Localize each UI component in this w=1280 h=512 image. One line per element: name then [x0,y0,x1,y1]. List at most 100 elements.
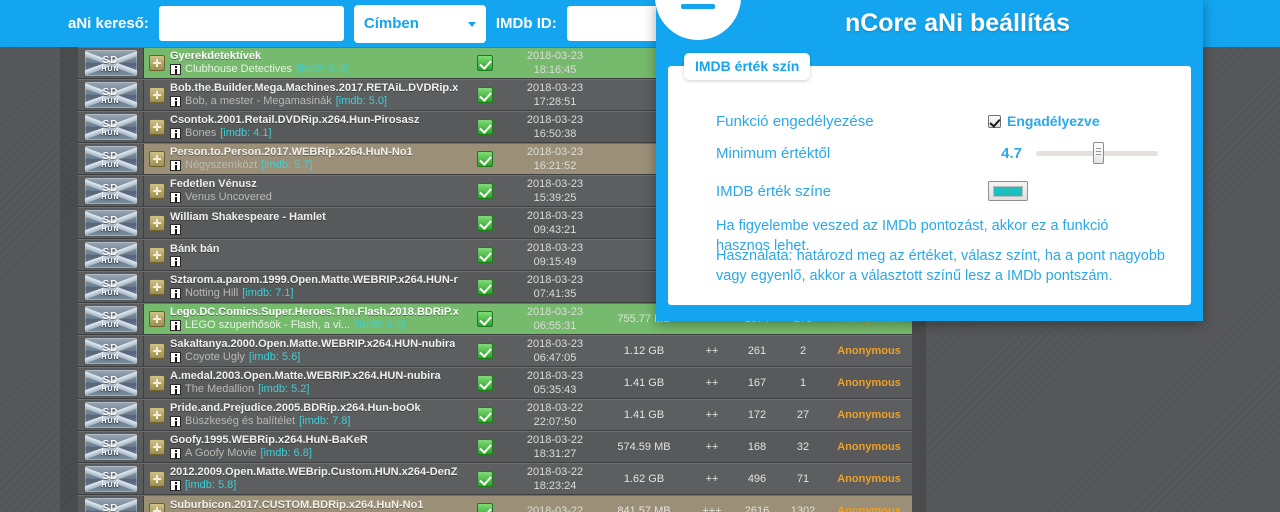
row-title-cell[interactable]: Lego.DC.Comics.Super.Heroes.The.Flash.20… [144,304,458,334]
info-icon[interactable] [170,256,181,267]
info-icon[interactable] [170,416,181,427]
row-title-cell[interactable]: William Shakespeare - Hamlet [144,208,458,238]
expand-plus-icon[interactable] [149,343,165,359]
row-title-cell[interactable]: Goofy.1995.WEBRip.x264.HuN-BaKeR A Goofy … [144,432,458,462]
expand-plus-icon[interactable] [149,87,165,103]
row-release-name[interactable]: Csontok.2001.Retail.DVDRip.x264.Hun-Piro… [170,114,419,127]
row-seeders: 496 [747,473,767,485]
row-verified-cell [458,240,512,270]
expand-plus-icon[interactable] [149,119,165,135]
row-title-cell[interactable]: Pride.and.Prejudice.2005.BDRip.x264.Hun-… [144,400,458,430]
table-row[interactable]: SD HUN 2012.2009.Open.Matte.WEBrip.Custom.… [78,463,912,495]
row-release-name[interactable]: Sakaltanya.2000.Open.Matte.WEBRIP.x264.H… [170,338,455,351]
verified-check-icon [477,87,493,103]
row-leechers: 1 [799,377,807,389]
row-source-logo: SDHUN [78,112,144,142]
expand-plus-icon[interactable] [149,183,165,199]
row-hungarian-title: Bones [185,127,217,139]
table-row[interactable]: SD HUN Pride.and.Prejudice.2005.BDRip.x264… [78,399,912,431]
row-date: 2018-03-22 [526,434,584,446]
row-title-cell[interactable]: Fedetlen Vénusz Venus Uncovered [144,176,458,206]
info-icon[interactable] [170,384,181,395]
card-tab-imdb-color[interactable]: IMDB érték szín [684,53,811,80]
table-row[interactable]: SD HUN Sakaltanya.2000.Open.Matte.WEBRIP.x… [78,335,912,367]
search-scope-select[interactable]: Címben [353,4,486,43]
verified-check-icon [477,247,493,263]
row-release-name[interactable]: Bob.the.Builder.Mega.Machines.2017.RETAi… [170,82,458,95]
info-icon[interactable] [170,480,181,491]
minimum-value-readout: 4.7 [1001,144,1022,162]
info-icon[interactable] [170,192,181,203]
info-icon[interactable] [170,320,181,331]
row-title-cell[interactable]: 2012.2009.Open.Matte.WEBrip.Custom.HUN.x… [144,464,458,494]
row-release-name[interactable]: 2012.2009.Open.Matte.WEBrip.Custom.HUN.x… [170,466,458,479]
row-release-name[interactable]: Bánk bán [170,243,220,256]
sdhun-icon: SDHUN [84,146,137,172]
row-title-cell[interactable]: Csontok.2001.Retail.DVDRip.x264.Hun-Piro… [144,112,458,142]
sdhun-icon: SDHUN [84,178,137,204]
info-icon[interactable] [170,96,181,107]
row-title-cell[interactable]: Bob.the.Builder.Mega.Machines.2017.RETAi… [144,80,458,110]
row-hungarian-title: Büszkeség és balítélet [185,415,296,427]
checkbox-checked-icon[interactable] [988,114,1001,128]
row-time: 07:41:35 [533,288,577,300]
search-input[interactable] [158,6,344,41]
info-icon[interactable] [170,288,181,299]
row-release-name[interactable]: Fedetlen Vénusz [170,178,272,191]
expand-plus-icon[interactable] [149,471,165,487]
info-icon[interactable] [170,128,181,139]
row-imdb-score: [imdb: 7.8] [299,415,351,427]
color-picker-button[interactable] [988,181,1028,201]
row-release-name[interactable]: Sztarom.a.parom.1999.Open.Matte.WEBRIP.x… [170,274,458,287]
expand-plus-icon[interactable] [149,247,165,263]
row-title-cell[interactable]: Suburbicon.2017.CUSTOM.BDRip.x264.HuN-No… [144,496,458,512]
row-imdb-score: [imdb: 5.2] [258,383,310,395]
row-date: 2018-03-22 [526,466,584,478]
row-release-name[interactable]: Gyerekdetektívek [170,50,347,63]
row-uploader: Anonymous [837,409,901,421]
expand-plus-icon[interactable] [149,215,165,231]
row-release-name[interactable]: Lego.DC.Comics.Super.Heroes.The.Flash.20… [170,306,458,319]
row-release-name[interactable]: Goofy.1995.WEBRip.x264.HuN-BaKeR [170,434,368,447]
row-title-cell[interactable]: Sakaltanya.2000.Open.Matte.WEBRIP.x264.H… [144,336,458,366]
slider-thumb[interactable] [1093,141,1105,164]
row-title-cell[interactable]: Gyerekdetektívek Clubhouse Detectives [imd… [144,48,458,78]
expand-plus-icon[interactable] [149,151,165,167]
row-title-cell[interactable]: Person.to.Person.2017.WEBRip.x264.HuN-No… [144,144,458,174]
row-seeders: 261 [747,345,767,357]
row-release-name[interactable]: William Shakespeare - Hamlet [170,211,326,224]
row-date: 2018-03-23 [526,338,584,350]
row-verified-cell [458,368,512,398]
expand-plus-icon[interactable] [149,407,165,423]
row-verified-cell [458,112,512,142]
row-release-name[interactable]: Suburbicon.2017.CUSTOM.BDRip.x264.HuN-No… [170,499,423,512]
table-row[interactable]: SDHUN Suburbicon.2017.CUSTOM.BDRip.x264.H… [78,495,912,512]
enable-checkbox-wrap[interactable]: Engadélyezve [988,113,1100,129]
info-icon[interactable] [170,448,181,459]
info-icon[interactable] [170,160,181,171]
expand-plus-icon[interactable] [149,279,165,295]
row-imdb-score: [imdb: 7.1] [242,287,294,299]
expand-plus-icon[interactable] [149,55,165,71]
row-subtitle: [imdb: 5.8] [170,479,458,492]
info-icon[interactable] [170,64,181,75]
row-title-cell[interactable]: Bánk bán [144,240,458,270]
expand-plus-icon[interactable] [149,375,165,391]
info-icon[interactable] [170,352,181,363]
row-title-cell[interactable]: Sztarom.a.parom.1999.Open.Matte.WEBRIP.x… [144,272,458,302]
row-title-cell[interactable]: A.medal.2003.Open.Matte.WEBRIP.x264.HUN-… [144,368,458,398]
expand-plus-icon[interactable] [149,439,165,455]
row-release-name[interactable]: Person.to.Person.2017.WEBRip.x264.HuN-No… [170,146,413,159]
row-subtitle [170,224,326,235]
row-freeleech: ++ [705,377,719,389]
table-row[interactable]: SD HUN A.medal.2003.Open.Matte.WEBRIP.x264… [78,367,912,399]
expand-plus-icon[interactable] [149,503,165,512]
minimum-value-slider[interactable] [1036,141,1158,164]
expand-plus-icon[interactable] [149,311,165,327]
info-icon[interactable] [170,224,181,235]
row-release-name[interactable]: A.medal.2003.Open.Matte.WEBRIP.x264.HUN-… [170,370,441,383]
table-row[interactable]: SD HUN Goofy.1995.WEBRip.x264.HuN-BaKeR A G… [78,431,912,463]
row-release-name[interactable]: Pride.and.Prejudice.2005.BDRip.x264.Hun-… [170,402,421,415]
row-time: 09:15:49 [533,256,577,268]
row-freeleech: +++ [702,505,722,512]
